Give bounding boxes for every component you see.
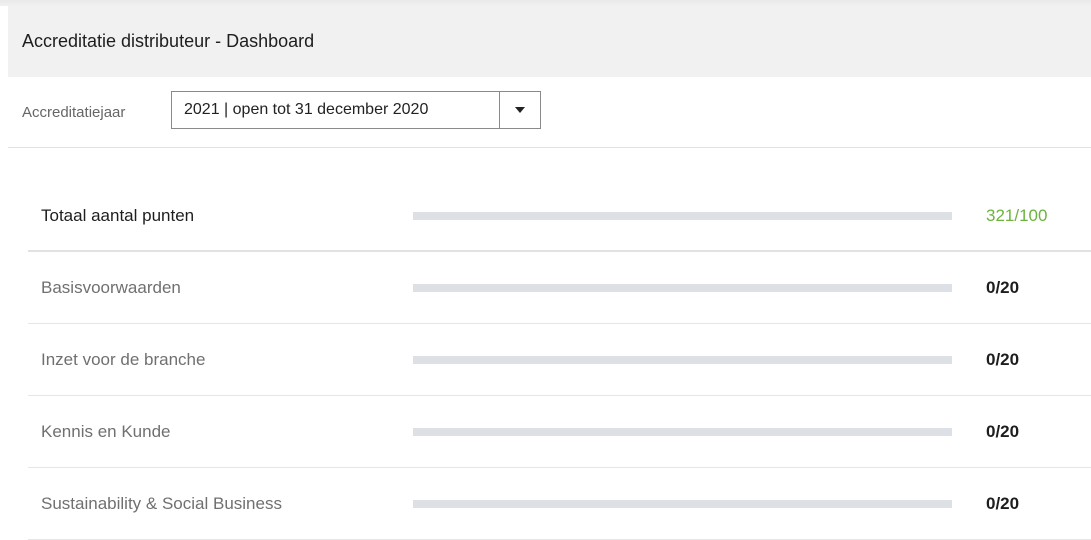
row-score: 0/20: [986, 350, 1020, 369]
score-row-basisvoorwaarden: Basisvoorwaarden 0/20: [28, 252, 1091, 324]
page-header: Accreditatie distributeur - Dashboard: [8, 6, 1091, 77]
progress-bar: [413, 500, 952, 508]
row-label: Sustainability & Social Business: [41, 494, 282, 513]
progress-bar: [413, 428, 952, 436]
progress-bar: [413, 212, 952, 220]
accreditation-year-select[interactable]: 2021 | open tot 31 december 2020: [171, 91, 541, 129]
progress-bar: [413, 284, 952, 292]
row-label: Inzet voor de branche: [41, 350, 206, 369]
score-row-sustainability: Sustainability & Social Business 0/20: [28, 468, 1091, 540]
dropdown-toggle-button[interactable]: [499, 92, 540, 128]
score-row-total: Totaal aantal punten 321/100: [28, 180, 1091, 252]
page-title: Accreditatie distributeur - Dashboard: [22, 31, 315, 51]
filter-bar: Accreditatiejaar 2021 | open tot 31 dece…: [8, 77, 1091, 148]
row-score: 0/20: [986, 494, 1020, 513]
caret-down-icon: [515, 107, 525, 113]
row-label: Totaal aantal punten: [41, 206, 195, 225]
row-label: Kennis en Kunde: [41, 422, 171, 441]
score-list: Totaal aantal punten 321/100 Basisvoorwa…: [28, 180, 1091, 540]
accreditation-year-label: Accreditatiejaar: [22, 104, 126, 121]
score-row-inzet-voor-de-branche: Inzet voor de branche 0/20: [28, 324, 1091, 396]
progress-bar: [413, 356, 952, 364]
accreditation-year-value: 2021 | open tot 31 december 2020: [184, 101, 429, 118]
row-label: Basisvoorwaarden: [41, 278, 181, 297]
score-row-kennis-en-kunde: Kennis en Kunde 0/20: [28, 396, 1091, 468]
row-score: 0/20: [986, 278, 1020, 297]
row-score: 0/20: [986, 422, 1020, 441]
row-score: 321/100: [986, 206, 1048, 225]
